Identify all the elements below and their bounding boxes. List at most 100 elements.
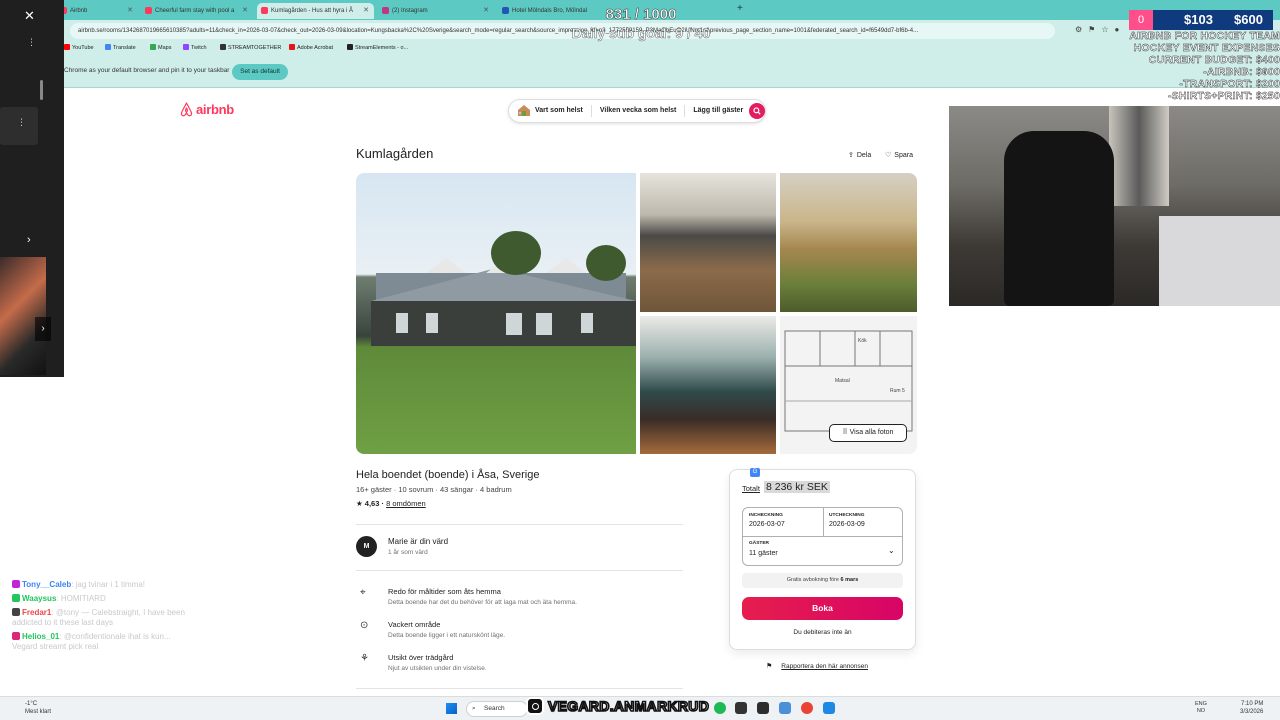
heart-icon: ♡ <box>885 152 892 159</box>
house-icon <box>518 105 530 116</box>
listing-subtitle: Hela boendet (boende) i Åsa, Sverige <box>356 469 540 481</box>
language-indicator[interactable]: ENG NO <box>1195 701 1207 715</box>
video-thumbnail[interactable] <box>0 257 46 375</box>
close-tab-icon[interactable]: ✕ <box>127 3 133 19</box>
highlight-title: Redo för måltider som åts hemma <box>388 587 501 596</box>
chat-user: Tony__Caleb <box>22 580 72 589</box>
bookmark-twitch[interactable]: Twitch <box>183 44 207 51</box>
instagram-icon <box>526 697 544 715</box>
bookmark-acrobat[interactable]: Adobe Acrobat <box>289 44 333 51</box>
floor-plan-label: Rum 5 <box>890 388 905 394</box>
show-all-photos-label: Visa alla foton <box>849 429 894 436</box>
edge-icon[interactable] <box>779 702 791 714</box>
search-button[interactable] <box>749 103 765 119</box>
search-where[interactable]: Vart som helst <box>509 105 592 117</box>
share-label: Dela <box>856 152 872 159</box>
browser-tab[interactable]: (2) Instagram ✕ <box>378 3 494 19</box>
search-when[interactable]: Vilken vecka som helst <box>592 105 686 117</box>
close-tab-icon[interactable]: ✕ <box>483 3 489 19</box>
search-bar[interactable]: Vart som helst Vilken vecka som helst Lä… <box>508 99 766 123</box>
bookmark-maps[interactable]: Maps <box>150 44 171 51</box>
checkout-field[interactable]: 2026-03-09 <box>829 521 865 528</box>
lang-secondary: NO <box>1196 708 1206 714</box>
tab-label: Kumlagården - Hus att hyra i Å <box>271 8 354 14</box>
bookmark-label: StreamElements - o... <box>355 45 409 51</box>
total-label[interactable]: Totalt <box>742 484 760 493</box>
close-tab-icon[interactable]: ✕ <box>363 3 369 19</box>
bookmark-streamtogether[interactable]: STREAMTOGETHER <box>220 44 281 51</box>
bookmark-translate[interactable]: Translate <box>105 44 136 51</box>
guests-field[interactable]: 11 gäster <box>749 550 778 557</box>
garden-icon: ⚘ <box>360 653 369 664</box>
more-options-icon[interactable]: ⋮ <box>17 118 26 127</box>
chevron-down-icon[interactable]: ⌄ <box>888 546 895 555</box>
airbnb-logo[interactable]: airbnb <box>180 102 234 117</box>
photo-bunk-bedroom[interactable] <box>780 173 917 312</box>
webcam-gaming-chair <box>1004 131 1114 306</box>
checkin-field[interactable]: 2026-03-07 <box>749 521 785 528</box>
highlight-desc: Detta boende ligger i ett naturskönt läg… <box>388 632 506 639</box>
terminal-icon[interactable] <box>757 702 769 714</box>
photos-icon[interactable] <box>823 702 835 714</box>
windows-start-icon[interactable] <box>446 703 457 714</box>
search-guests[interactable]: Lägg till gäster <box>685 105 747 117</box>
instagram-handle: VEGARD.ANMARKRUD <box>547 697 710 715</box>
close-tab-icon[interactable]: ✕ <box>242 3 248 19</box>
spotify-icon[interactable] <box>714 702 726 714</box>
save-label: Spara <box>894 152 913 159</box>
system-clock[interactable]: 7:10 PM 3/3/2026 <box>1240 700 1263 716</box>
save-button[interactable]: ♡ Spara <box>885 151 913 159</box>
chat-badge-icon <box>12 608 20 616</box>
new-tab-button[interactable]: + <box>737 3 743 14</box>
report-listing-link[interactable]: ⚑ Rapportera den här annonsen <box>766 662 868 670</box>
show-all-photos-button[interactable]: ⠿ Visa alla foton <box>829 424 907 442</box>
close-icon[interactable]: ✕ <box>24 8 35 24</box>
highlight-title: Utsikt över trädgård <box>388 653 454 662</box>
share-button[interactable]: ⇪ Dela <box>848 151 871 159</box>
chat-message: Waaysus: HOMITIARD <box>12 594 192 604</box>
infobar-message: Chrome as your default browser and pin i… <box>64 67 230 74</box>
maps-icon <box>150 44 156 50</box>
reviews-link[interactable]: 8 omdömen <box>386 499 426 508</box>
youtube-icon <box>64 44 70 50</box>
host-avatar[interactable]: M <box>356 536 377 557</box>
weather-widget[interactable]: -1°C Mest klart <box>25 700 51 716</box>
translate-icon[interactable]: ⚑ <box>1088 25 1101 34</box>
divider <box>743 536 902 537</box>
chat-text: jag tvinar i 1 timma! <box>75 580 146 589</box>
taskbar-search[interactable]: ⌕ Search <box>466 701 528 717</box>
next-arrow-icon[interactable]: › <box>35 317 51 341</box>
highlight-title: Vackert område <box>388 620 441 629</box>
expense-overlay: AIRBNB FOR HOCKEY TEAM HOCKEY EVENT EXPE… <box>1112 30 1280 102</box>
browser-tab-active[interactable]: Kumlagården - Hus att hyra i Å ✕ <box>257 3 374 19</box>
twitch-icon <box>183 44 189 50</box>
chevron-right-icon[interactable]: › <box>27 234 31 246</box>
acrobat-icon <box>289 44 295 50</box>
app-icon[interactable] <box>735 702 747 714</box>
photo-dining-room[interactable] <box>640 173 776 312</box>
divider <box>356 570 683 571</box>
chat-message: Fredar1: @tony — Calebstraight, I have b… <box>12 608 185 627</box>
date-guest-picker[interactable]: INCHECKNING 2026-03-07 UTCHECKNING 2026-… <box>742 507 903 566</box>
bookmark-youtube[interactable]: YouTube <box>64 44 94 51</box>
google-translate-icon[interactable]: G <box>750 468 760 477</box>
overlay-line: CURRENT BUDGET: $400 <box>1148 54 1280 66</box>
checkin-label: INCHECKNING <box>749 513 783 518</box>
more-options-icon[interactable]: ⋮ <box>27 38 36 47</box>
overlay-line: -TRANSPORT: $200 <box>1179 78 1280 90</box>
set-default-button[interactable]: Set as default <box>232 64 288 80</box>
chrome-icon[interactable] <box>801 702 813 714</box>
webcam-feed <box>949 106 1280 306</box>
extension-icon[interactable]: ⚙ <box>1075 25 1088 34</box>
browser-tab[interactable]: Airbnb ✕ <box>56 3 138 19</box>
webcam-bed <box>1159 216 1280 306</box>
bookmark-label: STREAMTOGETHER <box>228 45 282 51</box>
chat-badge-icon <box>12 580 20 588</box>
browser-tab[interactable]: Cheerful farm stay with pool a ✕ <box>141 3 253 19</box>
streamelements-icon <box>347 44 353 50</box>
photo-main-house[interactable] <box>356 173 636 454</box>
photo-living-room[interactable] <box>640 316 776 454</box>
bookmark-streamelements[interactable]: StreamElements - o... <box>347 44 408 51</box>
scrollbar[interactable] <box>40 80 43 100</box>
book-button[interactable]: Boka <box>742 597 903 620</box>
